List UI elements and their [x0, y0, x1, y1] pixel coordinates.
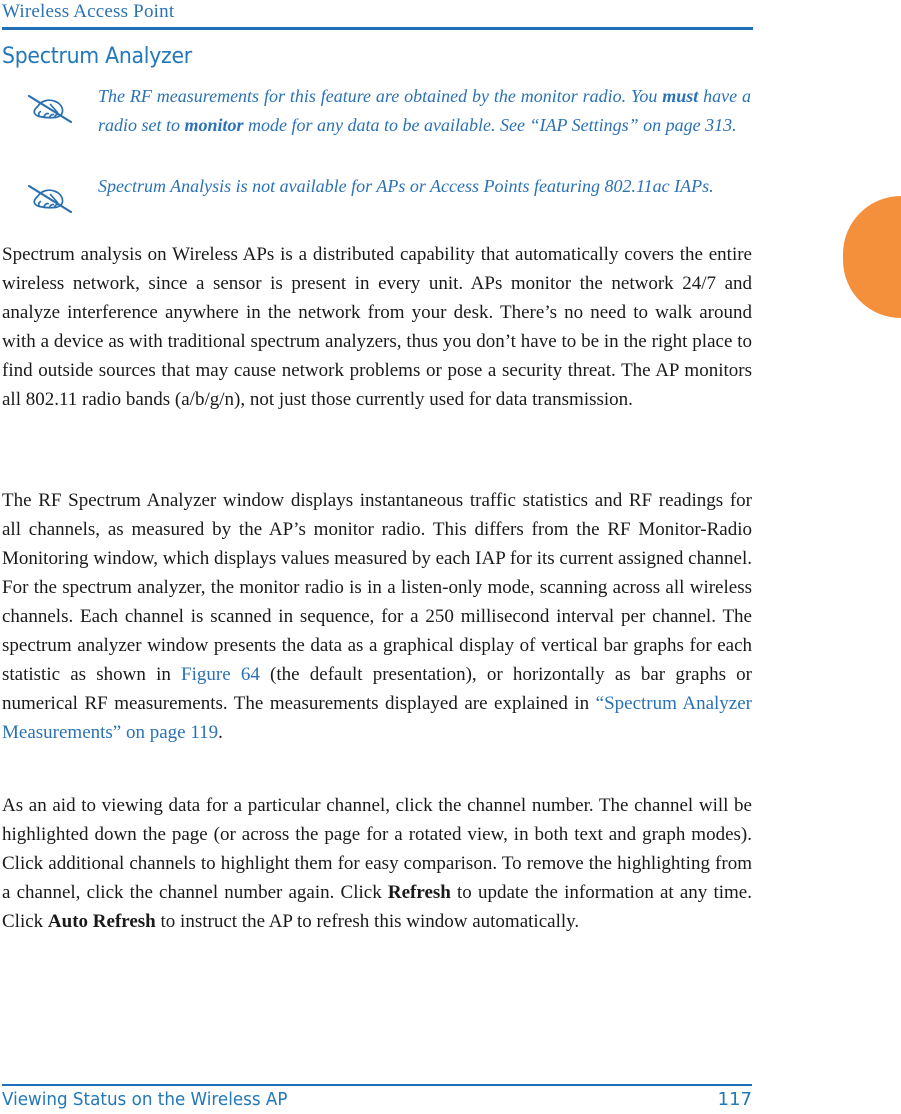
cross-reference-figure-64[interactable]: Figure 64 — [181, 664, 260, 685]
note-hand-pen-icon — [2, 82, 98, 126]
ui-label-auto-refresh: Auto Refresh — [47, 911, 156, 932]
paragraph-part: to instruct the AP to refresh this windo… — [155, 911, 580, 932]
page-footer: Viewing Status on the Wireless AP 117 — [2, 1088, 752, 1112]
page-title: Spectrum Analyzer — [2, 44, 192, 69]
note-text-bold: monitor — [184, 114, 244, 135]
note-text-part: mode for any data to be available. See “… — [243, 114, 737, 135]
footer-section-label: Viewing Status on the Wireless AP — [2, 1089, 288, 1110]
note-block: Spectrum Analysis is not available for A… — [2, 172, 751, 216]
header-rule — [2, 27, 753, 30]
paragraph-part: . — [218, 722, 223, 743]
note-hand-pen-icon — [2, 172, 98, 216]
note-text-part: The RF measurements for this feature are… — [98, 86, 663, 106]
thumb-tab-marker — [843, 196, 901, 318]
paragraph-part: The RF Spectrum Analyzer window displays… — [2, 490, 752, 685]
running-header-title: Wireless Access Point — [2, 1, 175, 22]
body-paragraph: The RF Spectrum Analyzer window displays… — [2, 486, 752, 747]
note-text-bold: must — [662, 86, 699, 106]
body-paragraph: As an aid to viewing data for a particul… — [2, 791, 752, 936]
body-paragraph: Spectrum analysis on Wireless APs is a d… — [2, 244, 752, 410]
document-page: Wireless Access Point Spectrum Analyzer … — [0, 0, 901, 1114]
footer-page-number: 117 — [717, 1089, 752, 1110]
ui-label-refresh: Refresh — [387, 882, 451, 903]
footer-rule — [2, 1084, 752, 1086]
note-block: The RF measurements for this feature are… — [2, 82, 751, 139]
note-text: The RF measurements for this feature are… — [98, 82, 751, 139]
note-text: Spectrum Analysis is not available for A… — [98, 176, 714, 196]
running-header: Wireless Access Point — [2, 0, 753, 23]
